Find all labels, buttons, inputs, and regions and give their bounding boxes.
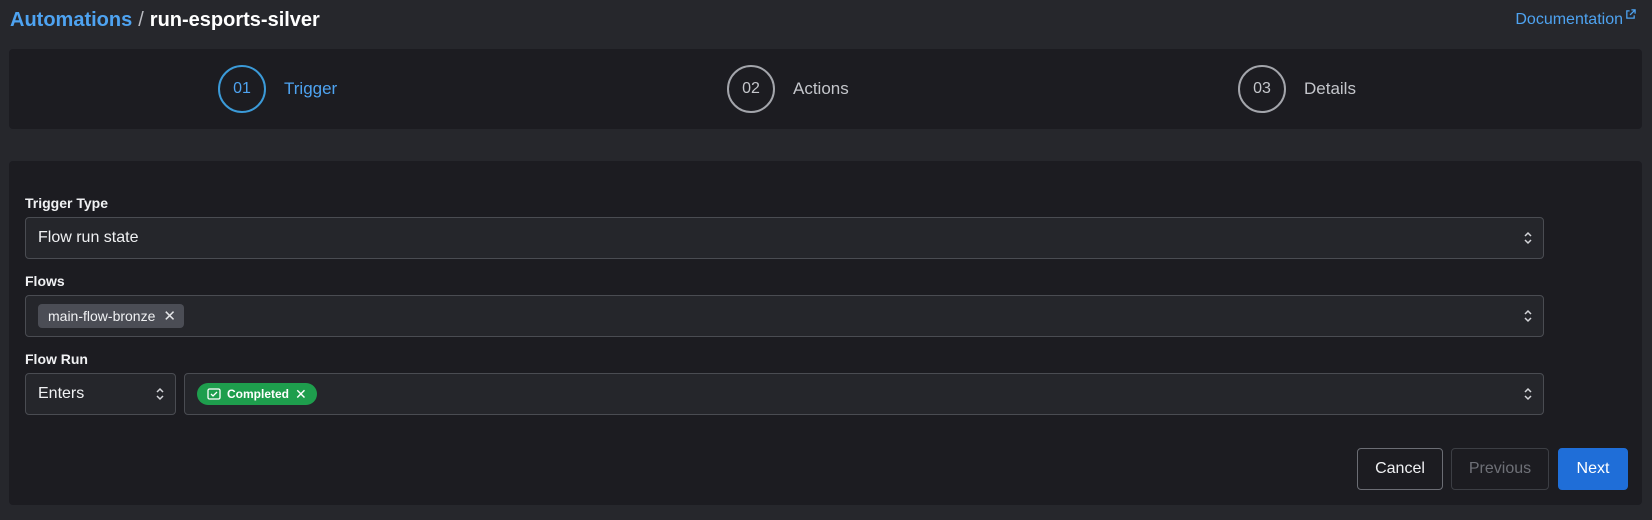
step-actions[interactable]: 02 Actions xyxy=(727,65,849,113)
breadcrumb-automations-link[interactable]: Automations xyxy=(10,9,132,32)
flows-label: Flows xyxy=(25,273,65,289)
chevron-up-down-icon xyxy=(1524,231,1532,245)
external-link-icon xyxy=(1626,9,1636,19)
cancel-button[interactable]: Cancel xyxy=(1357,448,1443,490)
previous-button[interactable]: Previous xyxy=(1451,448,1549,490)
close-icon[interactable]: ✕ xyxy=(295,387,307,401)
flow-tag-label: main-flow-bronze xyxy=(48,308,156,324)
chevron-up-down-icon xyxy=(156,387,164,401)
flow-run-states-select[interactable]: Completed ✕ xyxy=(184,373,1544,415)
step-trigger[interactable]: 01 Trigger xyxy=(218,65,337,113)
flow-run-label: Flow Run xyxy=(25,351,88,367)
completed-check-icon xyxy=(207,388,221,400)
flow-run-condition-select[interactable]: Enters xyxy=(25,373,176,415)
documentation-link[interactable]: Documentation xyxy=(1515,9,1636,29)
trigger-type-value: Flow run state xyxy=(38,229,139,246)
breadcrumb: Automations / run-esports-silver xyxy=(10,9,320,32)
step-label: Actions xyxy=(793,79,849,98)
completed-state-tag: Completed ✕ xyxy=(197,383,317,405)
step-number: 02 xyxy=(727,65,775,113)
flow-run-condition-value: Enters xyxy=(38,385,85,402)
trigger-type-label: Trigger Type xyxy=(25,195,108,211)
documentation-label: Documentation xyxy=(1515,11,1623,28)
trigger-form-card: Trigger Type Flow run state Flows main-f… xyxy=(9,161,1642,505)
breadcrumb-separator: / xyxy=(138,8,144,31)
step-number: 03 xyxy=(1238,65,1286,113)
step-label: Trigger xyxy=(284,79,338,98)
step-label: Details xyxy=(1304,79,1356,98)
step-number: 01 xyxy=(218,65,266,113)
wizard-stepper: 01 Trigger 02 Actions 03 Details xyxy=(9,49,1642,129)
page-title: run-esports-silver xyxy=(149,8,320,31)
trigger-type-select[interactable]: Flow run state xyxy=(25,217,1544,259)
close-icon[interactable]: ✕ xyxy=(163,309,176,324)
next-button[interactable]: Next xyxy=(1558,448,1628,490)
flows-select[interactable]: main-flow-bronze ✕ xyxy=(25,295,1544,337)
state-tag-label: Completed xyxy=(227,387,290,401)
step-details[interactable]: 03 Details xyxy=(1238,65,1356,113)
chevron-up-down-icon xyxy=(1524,387,1532,401)
page-header: Automations / run-esports-silver Documen… xyxy=(10,6,1642,34)
chevron-up-down-icon xyxy=(1524,309,1532,323)
flow-tag: main-flow-bronze ✕ xyxy=(38,304,184,328)
